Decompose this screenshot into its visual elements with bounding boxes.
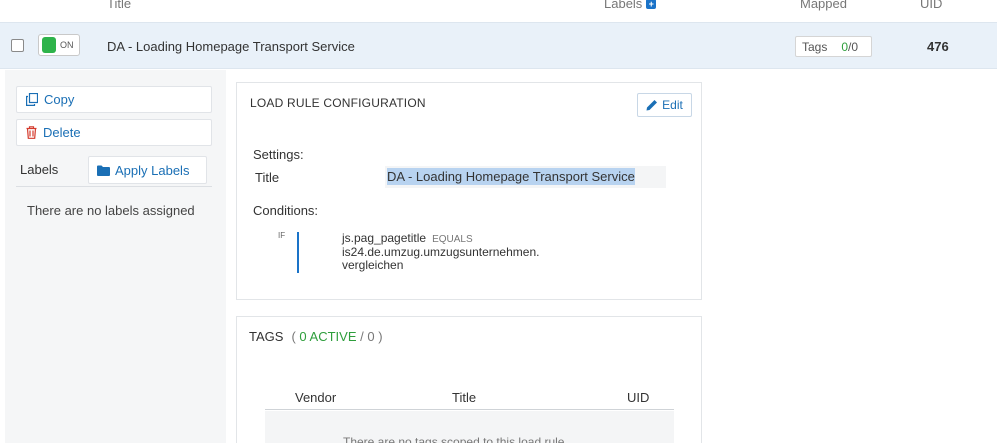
rule-actions-sidebar: Copy Delete Labels Apply Labels There ar… — [5, 70, 226, 443]
folder-icon — [97, 165, 110, 176]
load-rule-row[interactable]: ON DA - Loading Homepage Transport Servi… — [0, 22, 997, 69]
copy-button[interactable]: Copy — [16, 86, 212, 113]
tags-table-header: Vendor Title UID — [265, 383, 674, 410]
column-header-tag-title[interactable]: Title — [452, 390, 476, 405]
divider — [16, 186, 212, 187]
apply-labels-label: Apply Labels — [115, 162, 190, 178]
conditions-heading: Conditions: — [253, 203, 319, 218]
column-header-labels-text: Labels — [604, 0, 643, 11]
tags-badge-count: 0/0 — [841, 39, 859, 54]
condition-operator: EQUALS — [432, 234, 473, 245]
no-tags-message: There are no tags scoped to this load ru… — [343, 435, 565, 443]
edit-button[interactable]: Edit — [637, 93, 692, 117]
column-header-uid[interactable]: UID — [920, 0, 942, 11]
labels-heading: Labels — [20, 162, 59, 177]
delete-label: Delete — [43, 125, 81, 140]
status-toggle[interactable]: ON — [38, 34, 80, 56]
delete-button[interactable]: Delete — [16, 119, 212, 146]
settings-heading: Settings: — [253, 147, 304, 162]
condition-group-bar — [297, 232, 299, 273]
condition-variable: js.pag_pagetitle EQUALS — [342, 231, 473, 245]
column-header-labels[interactable]: Labels + — [604, 0, 657, 11]
tags-badge-label: Tags — [802, 39, 828, 54]
toggle-knob — [42, 37, 56, 53]
no-labels-message: There are no labels assigned — [27, 203, 195, 218]
tags-table-empty: There are no tags scoped to this load ru… — [265, 411, 674, 443]
rule-title[interactable]: DA - Loading Homepage Transport Service — [107, 39, 355, 54]
condition-if-label: IF — [278, 231, 286, 240]
rule-uid: 476 — [927, 39, 949, 54]
trash-icon — [26, 126, 37, 139]
tags-mapped-badge[interactable]: Tags 0/0 — [795, 36, 872, 57]
table-header: Title Labels + Mapped UID — [0, 0, 997, 20]
column-header-title[interactable]: Title — [107, 0, 131, 11]
column-header-tag-uid[interactable]: UID — [627, 390, 649, 405]
pencil-icon — [646, 100, 658, 111]
tags-panel-title: TAGS( 0 ACTIVE / 0 ) — [249, 329, 383, 344]
condition-value: is24.de.umzug.umzugsunternehmen.vergleic… — [342, 245, 540, 272]
edit-label: Edit — [662, 98, 683, 112]
plus-square-icon[interactable]: + — [646, 0, 657, 9]
column-header-mapped[interactable]: Mapped — [800, 0, 847, 11]
setting-title-value[interactable]: DA - Loading Homepage Transport Service — [385, 166, 666, 188]
tags-panel: TAGS( 0 ACTIVE / 0 ) Vendor Title UID Th… — [236, 316, 702, 443]
column-header-vendor[interactable]: Vendor — [295, 390, 336, 405]
load-rule-configuration-panel: LOAD RULE CONFIGURATION Edit Settings: T… — [236, 82, 702, 300]
apply-labels-button[interactable]: Apply Labels — [88, 156, 207, 184]
toggle-label: ON — [60, 40, 74, 50]
setting-title-label: Title — [255, 170, 280, 185]
copy-icon — [26, 93, 38, 106]
copy-label: Copy — [44, 92, 75, 107]
panel-title: LOAD RULE CONFIGURATION — [250, 96, 426, 110]
row-select-checkbox[interactable] — [11, 39, 24, 52]
